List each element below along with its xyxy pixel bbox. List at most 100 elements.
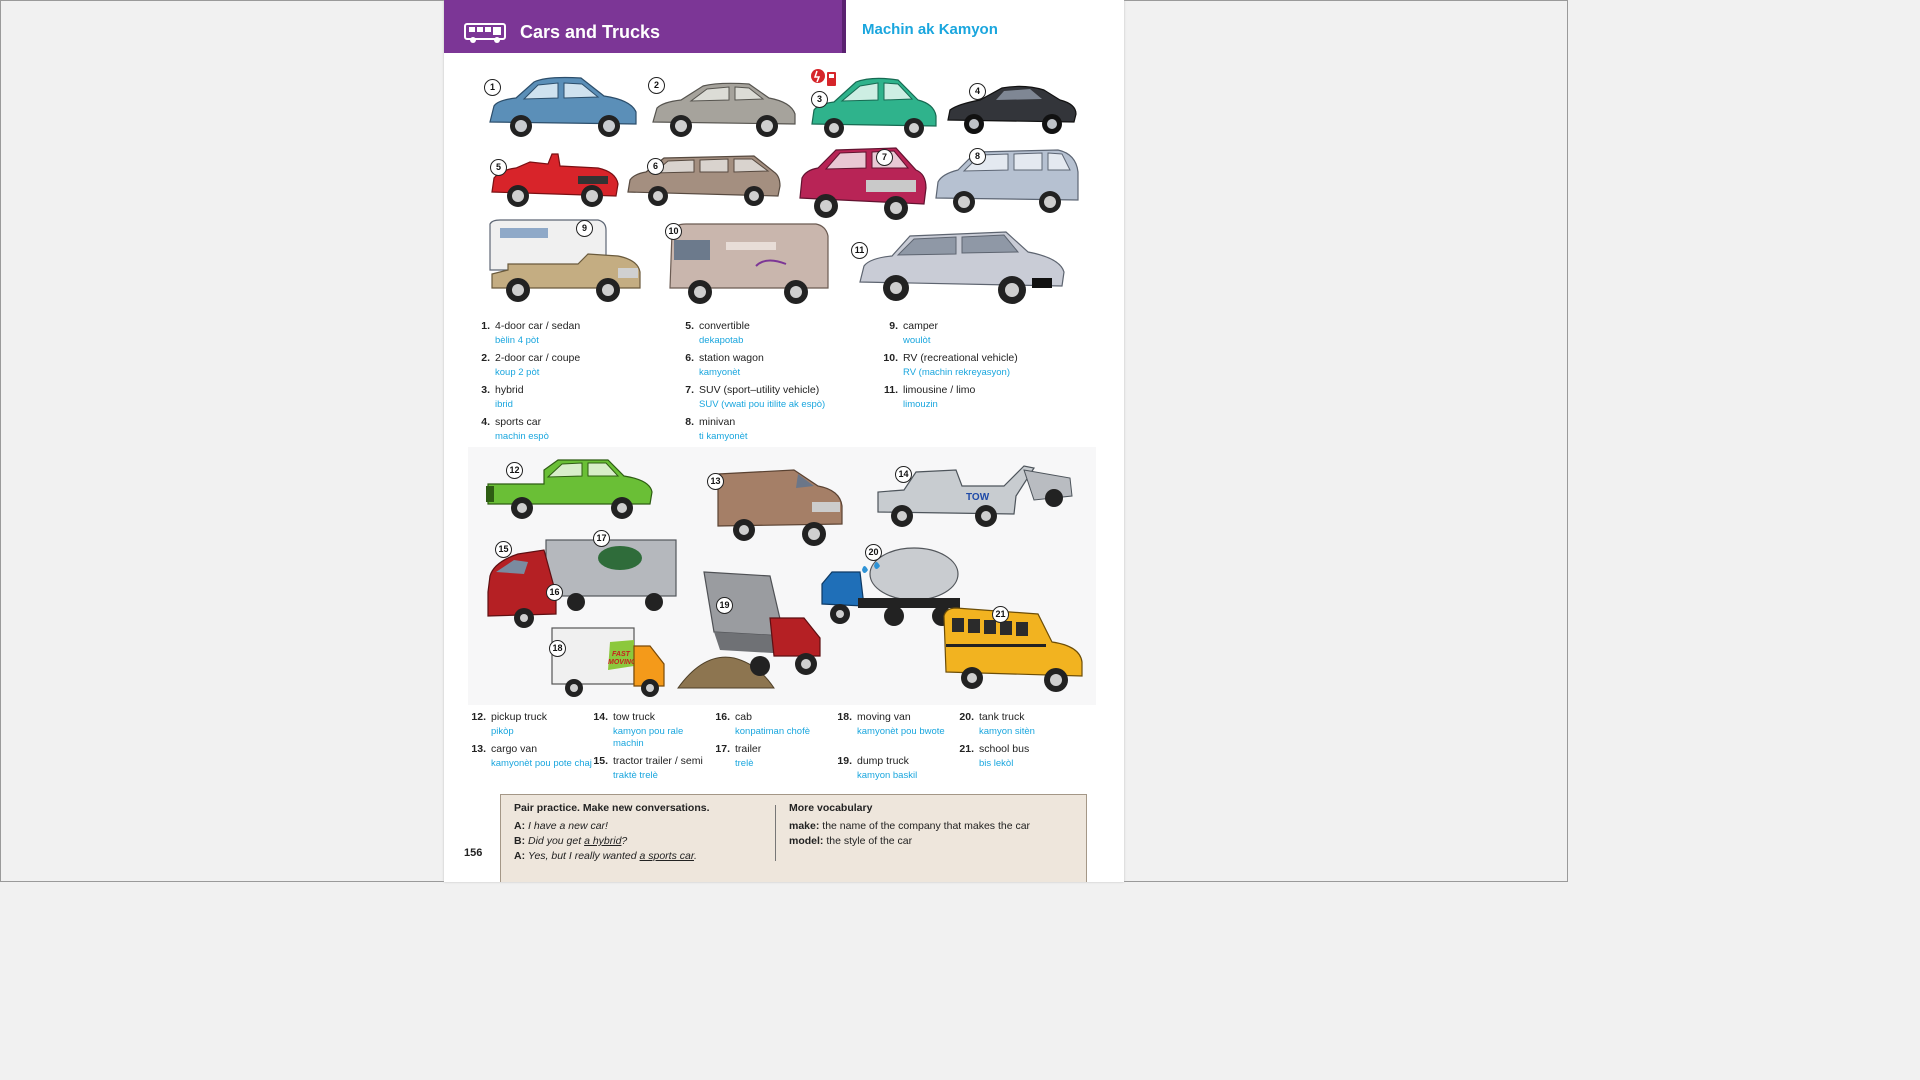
cargo-van-illustration [717, 469, 843, 546]
vocab-english: tractor trailer / semi [613, 755, 703, 767]
sedan-illustration [489, 76, 637, 137]
limousine-illustration [859, 231, 1065, 304]
more-vocabulary-heading: More vocabulary [789, 802, 873, 814]
vocab-english: RV (recreational vehicle) [903, 352, 1018, 364]
practice-box: Pair practice. Make new conversations. A… [500, 794, 1087, 882]
vocab-translation: traktè trelè [613, 770, 658, 781]
number-badge-3: 3 [811, 91, 828, 108]
vocab-item: 9. camper woulòt [874, 320, 1074, 350]
number-badge-9: 9 [576, 220, 593, 237]
station-wagon-illustration [627, 155, 781, 206]
fuel-pump-icon [811, 69, 836, 86]
vocab-number: 6. [685, 352, 694, 364]
vocab-item: 11. limousine / limo limouzin [874, 384, 1074, 414]
school-bus-illustration [943, 607, 1083, 692]
page-subtitle: Machin ak Kamyon [862, 21, 998, 38]
number-badge-13: 13 [707, 473, 724, 490]
vocab-translation: bis lekòl [979, 758, 1014, 769]
number-badge-15: 15 [495, 541, 512, 558]
moving-sign-line2: MOVING [608, 659, 637, 666]
vocab-english: tank truck [979, 711, 1025, 723]
convertible-illustration [491, 153, 619, 207]
vocab-english: cargo van [491, 743, 538, 755]
tow-sign: TOW [966, 492, 990, 503]
sports-car-illustration [947, 85, 1077, 134]
vocab-translation: koup 2 pòt [495, 367, 540, 378]
vocab-english: tow truck [613, 711, 656, 723]
number-badge-19: 19 [716, 597, 733, 614]
vocab-item: 10. RV (recreational vehicle) RV (machin r… [874, 352, 1074, 382]
vocab-number: 21. [959, 743, 974, 755]
vocab-number: 7. [685, 384, 694, 396]
vocab-english: minivan [699, 416, 736, 428]
vocab-translation: kamyon sitèn [979, 726, 1035, 737]
vocab-item: 20. tank truck kamyon sitèn [950, 711, 1124, 741]
vocab-number: 2. [481, 352, 490, 364]
vocab-item: 2. 2-door car / coupe koup 2 pòt [466, 352, 666, 382]
vocab-english: SUV (sport–utility vehicle) [699, 384, 820, 396]
dialog-line-a2: A: Yes, but I really wanted a sports car… [514, 850, 697, 862]
coupe-illustration [652, 82, 796, 137]
vocab-english: camper [903, 320, 939, 332]
vocab-number: 18. [837, 711, 852, 723]
vocab-english: hybrid [495, 384, 524, 396]
number-badge-10: 10 [665, 223, 682, 240]
number-badge-20: 20 [865, 544, 882, 561]
vocab-translation: kamyon pou rale machin [613, 726, 684, 749]
number-badge-11: 11 [851, 242, 868, 259]
vocab-number: 17. [715, 743, 730, 755]
vocab-number: 11. [883, 384, 898, 396]
vocab-item: 3. hybrid ibrid [466, 384, 666, 414]
number-badge-21: 21 [992, 606, 1009, 623]
vocab-translation: bèlin 4 pòt [495, 335, 539, 346]
number-badge-14: 14 [895, 466, 912, 483]
model-definition: model: the style of the car [789, 835, 913, 847]
vocab-number: 19. [837, 755, 852, 767]
number-badge-1: 1 [484, 79, 501, 96]
number-badge-8: 8 [969, 148, 986, 165]
vocab-english: moving van [857, 711, 911, 723]
vocab-translation: konpatiman chofè [735, 726, 810, 737]
vocab-translation: trelè [735, 758, 754, 769]
vocab-translation: kamyonèt [699, 367, 741, 378]
vocab-item: 5. convertible dekapotab [670, 320, 870, 350]
vocab-translation: ibrid [495, 399, 513, 410]
vocab-translation: ti kamyonèt [699, 431, 748, 442]
vocab-translation: RV (machin rekreyasyon) [903, 367, 1011, 378]
vocab-number: 5. [685, 320, 694, 332]
vocab-english: sports car [495, 416, 542, 428]
vocab-number: 13. [471, 743, 486, 755]
page-number: 156 [464, 847, 483, 859]
bus-icon [464, 23, 506, 43]
vocab-item: 21. school bus bis lekòl [950, 743, 1124, 773]
vocab-english: limousine / limo [903, 384, 976, 396]
vocab-english: 2-door car / coupe [495, 352, 581, 364]
vocab-item: 6. station wagon kamyonèt [670, 352, 870, 382]
minivan-illustration [935, 149, 1079, 213]
vocab-translation: SUV (vwati pou itilite ak espò) [699, 399, 826, 410]
number-badge-7: 7 [876, 149, 893, 166]
vocab-english: convertible [699, 320, 750, 332]
vocab-number: 9. [889, 320, 898, 332]
vocab-english: trailer [735, 743, 762, 755]
vocab-translation: kamyonèt pou pote chaj [491, 758, 592, 769]
vocab-number: 14. [593, 711, 608, 723]
title-banner: Cars and Trucks [444, 0, 844, 53]
number-badge-18: 18 [549, 640, 566, 657]
page-title: Cars and Trucks [520, 22, 661, 42]
number-badge-12: 12 [506, 462, 523, 479]
dialog-line-b: B: Did you get a hybrid? [514, 835, 628, 847]
vocab-english: school bus [979, 743, 1030, 755]
book-page: Cars and Trucks Machin ak Kamyon 1 2 3 4 [444, 0, 1124, 882]
dialog-line-a1: A: I have a new car! [514, 820, 608, 832]
vocab-item: 4. sports car machin espò [466, 416, 666, 446]
number-badge-5: 5 [490, 159, 507, 176]
vocab-english: station wagon [699, 352, 764, 364]
banner-edge [842, 0, 846, 53]
vocab-english: cab [735, 711, 752, 723]
moving-van-illustration: FAST MOVING [551, 627, 665, 697]
rv-illustration [669, 223, 829, 304]
box-divider [775, 805, 776, 861]
tractor-trailer-illustration [487, 539, 677, 628]
vocab-number: 15. [593, 755, 608, 767]
